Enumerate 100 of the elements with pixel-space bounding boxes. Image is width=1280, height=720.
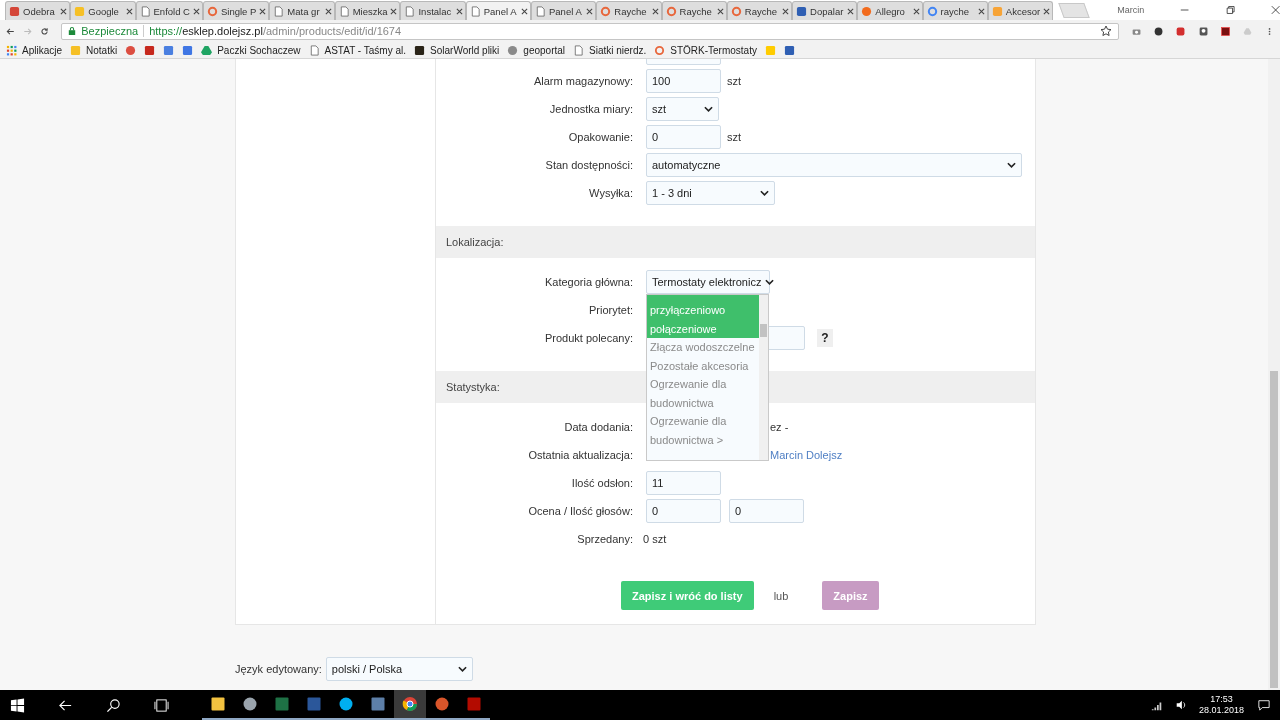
field-label: Ostatnia aktualizacja: — [527, 449, 633, 461]
select-field[interactable]: 1 - 3 dni — [646, 181, 775, 205]
author-link[interactable]: Marcin Dolejsz — [770, 449, 843, 461]
unit-label: szt — [727, 131, 742, 143]
bookmark-link[interactable]: SolarWorld pliki — [430, 44, 500, 56]
apps-grid-icon — [6, 44, 17, 56]
close-icon[interactable] — [651, 7, 659, 15]
search-icon[interactable] — [106, 697, 121, 713]
browser-tab[interactable]: Akcesor — [987, 1, 1054, 20]
browser-tab[interactable]: Odebra — [5, 1, 71, 20]
close-icon[interactable] — [455, 7, 463, 15]
scrollbar[interactable] — [759, 295, 768, 460]
bookmark-link[interactable]: Notatki — [86, 44, 118, 56]
bookmark-link[interactable]: geoportal — [523, 44, 566, 56]
browser-tab[interactable]: Dopalar — [792, 1, 858, 20]
browser-tab[interactable]: Enfold C — [135, 1, 203, 20]
star-icon[interactable] — [1100, 25, 1113, 37]
logo-icon[interactable] — [125, 44, 137, 56]
close-icon[interactable] — [782, 7, 790, 15]
page-icon — [338, 5, 350, 17]
page-icon — [535, 5, 546, 17]
select-field[interactable]: automatyczne — [646, 153, 1022, 177]
restore-icon[interactable] — [1225, 5, 1235, 15]
task-view-icon[interactable] — [154, 697, 169, 713]
browser-tab[interactable]: Allegro — [857, 1, 923, 20]
security-label: Bezpieczna — [81, 25, 139, 37]
browser-tab[interactable]: Rayche — [661, 1, 727, 20]
chevron-icon — [1007, 162, 1016, 168]
input-field[interactable]: 11 — [646, 471, 721, 495]
ring-icon — [654, 44, 666, 56]
close-icon[interactable] — [847, 7, 855, 15]
scrollbar[interactable] — [1268, 59, 1280, 690]
help-button[interactable]: ? — [817, 329, 833, 347]
page-icon — [139, 5, 151, 17]
browser-tab[interactable]: Rayche — [726, 1, 793, 20]
bookmark-link[interactable]: ASTAT - Taśmy al. — [324, 44, 407, 56]
browser-tab[interactable]: Panel A — [531, 1, 597, 20]
browser-tab[interactable]: Single P — [202, 1, 270, 20]
bookmark-link[interactable]: Siatki nierdz. — [589, 44, 647, 56]
close-icon[interactable] — [977, 7, 985, 15]
close-icon[interactable] — [60, 7, 68, 15]
field-label: Ocena / Ilość głosów: — [527, 505, 633, 517]
field-label: Kategoria główna: — [543, 276, 633, 288]
close-icon[interactable] — [390, 7, 398, 15]
close-icon[interactable] — [716, 7, 724, 15]
close-icon[interactable] — [324, 7, 332, 15]
page-icon — [308, 44, 320, 56]
browser-tab[interactable]: Panel A — [465, 1, 531, 20]
input-field[interactable]: 0 — [729, 499, 804, 523]
clock-date[interactable]: 28.01.2018 — [1198, 705, 1244, 716]
profile-name[interactable]: Marcin — [1117, 5, 1145, 15]
logo-icon — [861, 5, 873, 17]
logo-icon[interactable] — [144, 44, 156, 56]
url-text: https://esklep.dolejsz.pl/admin/products/edit/id/1674 — [149, 25, 403, 37]
close-icon[interactable] — [1043, 7, 1051, 15]
logo-icon — [414, 44, 426, 56]
bookmark-link[interactable]: STÖRK-Termostaty — [670, 44, 757, 56]
field-label: Opakowanie: — [567, 131, 633, 143]
field-label: Jednostka miary: — [548, 103, 633, 115]
input-field[interactable]: 100 — [646, 69, 721, 93]
wifi-icon[interactable] — [1150, 699, 1163, 711]
close-icon[interactable] — [125, 7, 133, 15]
browser-tab[interactable]: Mata gr — [269, 1, 335, 20]
close-icon[interactable] — [912, 7, 920, 15]
input-field[interactable]: 0 — [646, 125, 721, 149]
close-icon[interactable] — [259, 7, 267, 15]
volume-icon[interactable] — [1174, 699, 1187, 711]
field-label: Produkt polecany: — [543, 332, 633, 344]
value-text: 0 szt — [643, 533, 667, 545]
padlock-icon — [68, 26, 77, 36]
input-field[interactable]: 0 — [646, 499, 721, 523]
bookmark-link[interactable]: Paczki Sochaczew — [217, 44, 301, 56]
browser-tab[interactable]: Rayche — [596, 1, 662, 20]
field-label: Język edytowany: — [235, 663, 322, 675]
ring-icon — [206, 5, 218, 17]
notification-icon[interactable] — [1258, 699, 1270, 711]
browser-tab[interactable]: Mieszka — [334, 1, 401, 20]
clock-time[interactable]: 17:53 — [1210, 694, 1233, 705]
browser-tab[interactable]: Instalac — [400, 1, 466, 20]
language-select[interactable]: polski / Polska — [325, 657, 473, 681]
dropdown-option[interactable]: Złącza wodoszczelne — [647, 338, 759, 357]
close-icon[interactable] — [521, 7, 528, 15]
address-bar[interactable]: Bezpieczna https://esklep.dolejsz.pl/admin/products/edit/id/1674 — [61, 22, 1120, 40]
close-icon[interactable] — [586, 7, 594, 15]
page-icon — [573, 44, 585, 56]
page-icon — [404, 5, 416, 17]
bookmark-link[interactable]: Aplikacje — [22, 44, 63, 56]
logo-icon — [926, 5, 938, 17]
field-label: Wysyłka: — [588, 187, 633, 199]
chevron-icon — [704, 106, 713, 112]
page-icon — [469, 5, 481, 17]
field-label: Sprzedany: — [576, 533, 633, 545]
field-label: Data dodania: — [563, 421, 633, 433]
browser-tab[interactable]: rayche — [922, 1, 988, 20]
select-field[interactable]: szt — [646, 97, 719, 121]
windows-start-icon[interactable] — [10, 697, 25, 713]
dropdown-option[interactable]: Ogrzewanie dla budownictwa > — [647, 412, 759, 449]
browser-icon[interactable] — [394, 690, 426, 720]
close-icon[interactable] — [192, 7, 200, 15]
browser-tab[interactable]: Google — [70, 1, 136, 20]
